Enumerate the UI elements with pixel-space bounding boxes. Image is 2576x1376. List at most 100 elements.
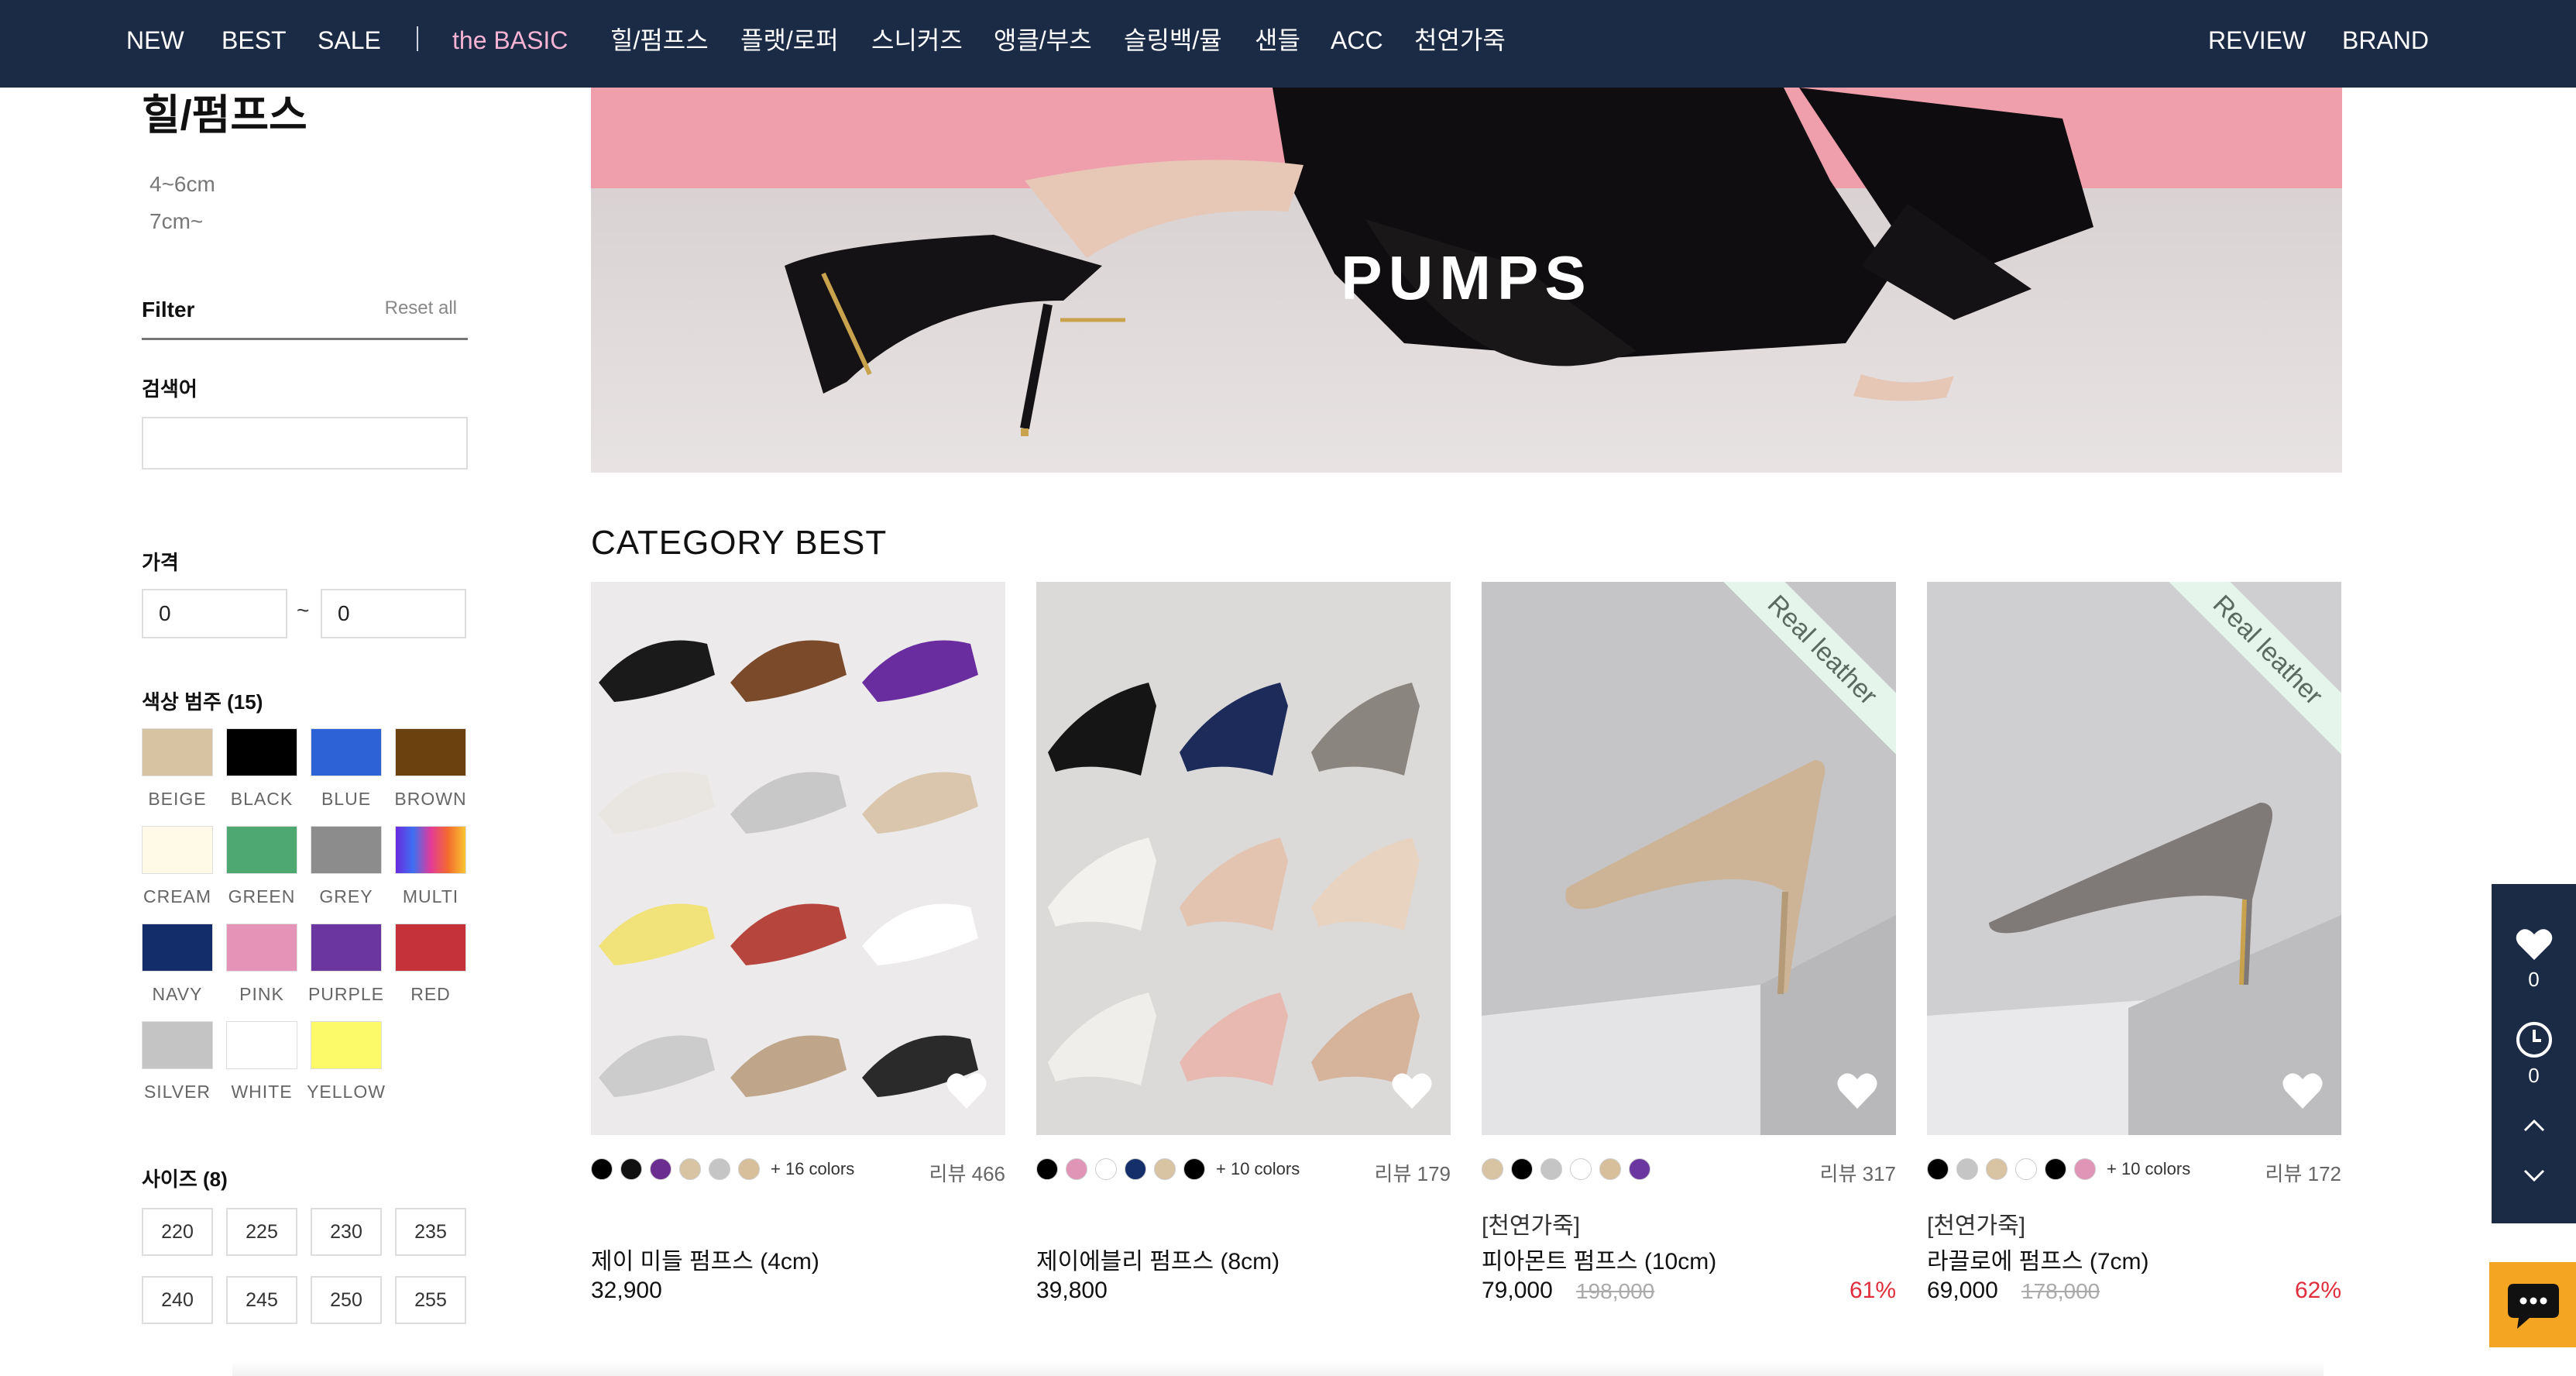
more-colors-label[interactable]: + 16 colors <box>771 1159 854 1179</box>
color-swatch-green[interactable] <box>226 826 297 874</box>
more-colors-label[interactable]: + 10 colors <box>1216 1159 1300 1179</box>
product-image[interactable] <box>1036 582 1451 1135</box>
color-swatch-multi[interactable] <box>395 826 466 874</box>
sub-category-7cm[interactable]: 7cm~ <box>149 208 203 236</box>
nav-sneakers[interactable]: 스니커즈 <box>871 23 963 57</box>
color-dot[interactable] <box>1036 1158 1058 1180</box>
category-banner[interactable]: PUMPS <box>591 88 2342 473</box>
color-swatch-pink[interactable] <box>226 924 297 972</box>
discount-rate: 61% <box>1849 1278 1896 1303</box>
color-swatch-purple[interactable] <box>311 924 382 972</box>
color-swatch-label: BLACK <box>230 789 294 809</box>
color-swatch-blue[interactable] <box>311 728 382 776</box>
product-name[interactable]: 라끌로에 펌프스 (7cm) <box>1927 1242 2149 1276</box>
nav-sandals[interactable]: 샌들 <box>1255 23 1300 57</box>
color-dot[interactable] <box>709 1158 730 1180</box>
color-swatch-brown[interactable] <box>395 728 466 776</box>
color-dot[interactable] <box>2045 1158 2066 1180</box>
color-swatch-cream[interactable] <box>142 826 213 874</box>
nav-slingback-mule[interactable]: 슬링백/뮬 <box>1124 23 1222 57</box>
color-swatch-beige[interactable] <box>142 728 213 776</box>
more-colors-label[interactable]: + 10 colors <box>2107 1159 2190 1179</box>
color-dots: + 16 colors <box>591 1158 854 1181</box>
color-swatch-black[interactable] <box>226 728 297 776</box>
price-min-input[interactable] <box>142 589 287 638</box>
color-dot[interactable] <box>1599 1158 1621 1180</box>
product-name[interactable]: 제이 미들 펌프스 (4cm) <box>591 1242 819 1276</box>
color-dots: + 10 colors <box>1927 1158 2190 1181</box>
wishlist-heart-icon[interactable] <box>2515 927 2554 961</box>
color-swatch-silver[interactable] <box>142 1021 213 1069</box>
nav-ankle-boots[interactable]: 앵클/부츠 <box>994 23 1092 57</box>
color-dot[interactable] <box>1511 1158 1533 1180</box>
color-swatch-navy[interactable] <box>142 924 213 972</box>
discount-rate: 62% <box>2294 1278 2341 1303</box>
size-button[interactable]: 225 <box>226 1208 297 1256</box>
nav-the-basic[interactable]: the BASIC <box>452 23 568 57</box>
nav-natural-leather[interactable]: 천연가죽 <box>1414 23 1506 57</box>
nav-flat-loafer[interactable]: 플랫/로퍼 <box>740 23 839 57</box>
size-button[interactable]: 240 <box>142 1276 213 1324</box>
product-image[interactable] <box>591 582 1005 1135</box>
nav-best[interactable]: BEST <box>222 23 287 57</box>
color-dot[interactable] <box>650 1158 671 1180</box>
product-price: 69,000 <box>1927 1278 1998 1303</box>
size-button[interactable]: 230 <box>311 1208 382 1256</box>
nav-review[interactable]: REVIEW <box>2208 23 2306 57</box>
chat-button[interactable] <box>2489 1262 2576 1347</box>
price-max-input[interactable] <box>321 589 466 638</box>
color-dot[interactable] <box>1629 1158 1650 1180</box>
product-image[interactable]: Real leather <box>1482 582 1896 1135</box>
product-name[interactable]: 제이에블리 펌프스 (8cm) <box>1036 1242 1279 1276</box>
color-dot[interactable] <box>2074 1158 2096 1180</box>
product-name[interactable]: 피아몬트 펌프스 (10cm) <box>1482 1242 1716 1276</box>
size-button[interactable]: 255 <box>395 1276 466 1324</box>
color-dot[interactable] <box>1570 1158 1592 1180</box>
search-input[interactable] <box>142 417 468 470</box>
color-dot[interactable] <box>2015 1158 2037 1180</box>
color-dot[interactable] <box>738 1158 760 1180</box>
color-dot[interactable] <box>591 1158 613 1180</box>
color-swatch-yellow[interactable] <box>311 1021 382 1069</box>
size-button[interactable]: 220 <box>142 1208 213 1256</box>
nav-acc[interactable]: ACC <box>1331 23 1383 57</box>
nav-brand[interactable]: BRAND <box>2342 23 2429 57</box>
original-price: 178,000 <box>2021 1279 2100 1303</box>
size-button[interactable]: 250 <box>311 1276 382 1324</box>
color-swatch-red[interactable] <box>395 924 466 972</box>
color-dot[interactable] <box>1125 1158 1146 1180</box>
recent-clock-icon[interactable] <box>2515 1020 2554 1059</box>
size-button[interactable]: 235 <box>395 1208 466 1256</box>
nav-heels-pumps[interactable]: 힐/펌프스 <box>610 23 709 57</box>
review-count: 리뷰 466 <box>929 1162 1005 1185</box>
size-button[interactable]: 245 <box>226 1276 297 1324</box>
product-image[interactable]: Real leather <box>1927 582 2341 1135</box>
sub-category-4-6cm[interactable]: 4~6cm <box>149 170 215 198</box>
recent-count: 0 <box>2528 1064 2540 1087</box>
color-swatch-white[interactable] <box>226 1021 297 1069</box>
filter-divider <box>142 338 468 340</box>
nav-sale[interactable]: SALE <box>318 23 381 57</box>
scroll-up-chevron-icon[interactable] <box>2523 1118 2546 1133</box>
color-dot[interactable] <box>620 1158 642 1180</box>
product-price: 79,000 <box>1482 1278 1553 1303</box>
wishlist-heart-icon[interactable] <box>2281 1070 2324 1113</box>
color-dot[interactable] <box>1183 1158 1205 1180</box>
color-dot[interactable] <box>1927 1158 1949 1180</box>
product-price: 39,800 <box>1036 1278 1108 1303</box>
color-dot[interactable] <box>1095 1158 1117 1180</box>
color-dot[interactable] <box>1956 1158 1978 1180</box>
reset-all-button[interactable]: Reset all <box>380 298 457 319</box>
wishlist-heart-icon[interactable] <box>1836 1070 1879 1113</box>
color-dot[interactable] <box>1482 1158 1503 1180</box>
scroll-down-chevron-icon[interactable] <box>2523 1168 2546 1183</box>
wishlist-heart-icon[interactable] <box>1390 1070 1434 1113</box>
color-dot[interactable] <box>1986 1158 2008 1180</box>
color-swatch-grey[interactable] <box>311 826 382 874</box>
wishlist-heart-icon[interactable] <box>945 1070 988 1113</box>
color-dot[interactable] <box>1540 1158 1562 1180</box>
color-dot[interactable] <box>1154 1158 1176 1180</box>
color-dot[interactable] <box>1066 1158 1087 1180</box>
color-dot[interactable] <box>679 1158 701 1180</box>
nav-new[interactable]: NEW <box>126 23 184 57</box>
